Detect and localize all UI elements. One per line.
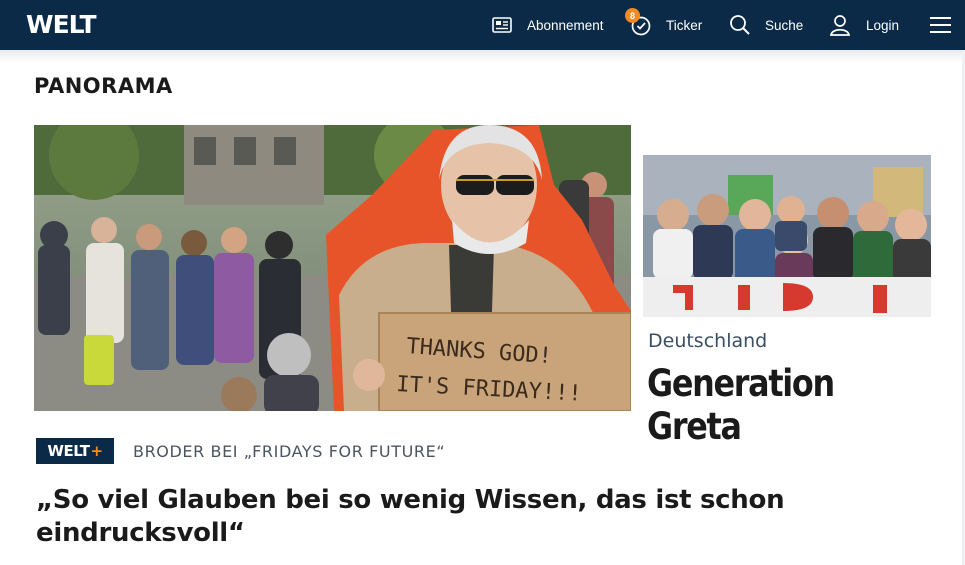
nav-login[interactable]: Login: [829, 0, 899, 50]
nav-abonnement-label: Abonnement: [527, 17, 604, 33]
side-teaser-headline[interactable]: Generation Greta: [647, 362, 920, 448]
welt-plus-sign: +: [90, 442, 104, 460]
main-teaser-kicker[interactable]: BRODER BEI „FRIDAYS FOR FUTURE“: [133, 442, 445, 461]
nav-ticker[interactable]: Ticker: [630, 0, 702, 50]
nav-suche[interactable]: Suche: [729, 0, 803, 50]
site-header: WELT Abonnement Ticker 8 Suche Login: [0, 0, 965, 50]
nav-login-label: Login: [866, 17, 900, 33]
nav-suche-label: Suche: [765, 17, 804, 33]
hamburger-menu-icon[interactable]: [930, 0, 951, 50]
header-shadow: [0, 50, 965, 62]
welt-plus-badge: WELT +: [36, 438, 114, 464]
ticker-count-badge: 8: [625, 8, 640, 23]
nav-ticker-label: Ticker: [666, 17, 703, 33]
side-teaser-image[interactable]: [643, 155, 931, 317]
user-icon: [829, 14, 851, 36]
search-icon: [729, 14, 751, 36]
newspaper-icon: [492, 17, 512, 33]
welt-logo[interactable]: WELT: [26, 10, 96, 39]
section-title: PANORAMA: [34, 74, 173, 98]
side-teaser-kicker[interactable]: Deutschland: [648, 330, 767, 352]
main-teaser-headline[interactable]: „So viel Glauben bei so wenig Wissen, da…: [36, 484, 936, 550]
nav-abonnement[interactable]: Abonnement: [492, 0, 604, 50]
main-teaser-image[interactable]: THANKS GOD! IT'S FRIDAY!!!: [34, 125, 631, 411]
welt-plus-text: WELT: [47, 442, 90, 460]
